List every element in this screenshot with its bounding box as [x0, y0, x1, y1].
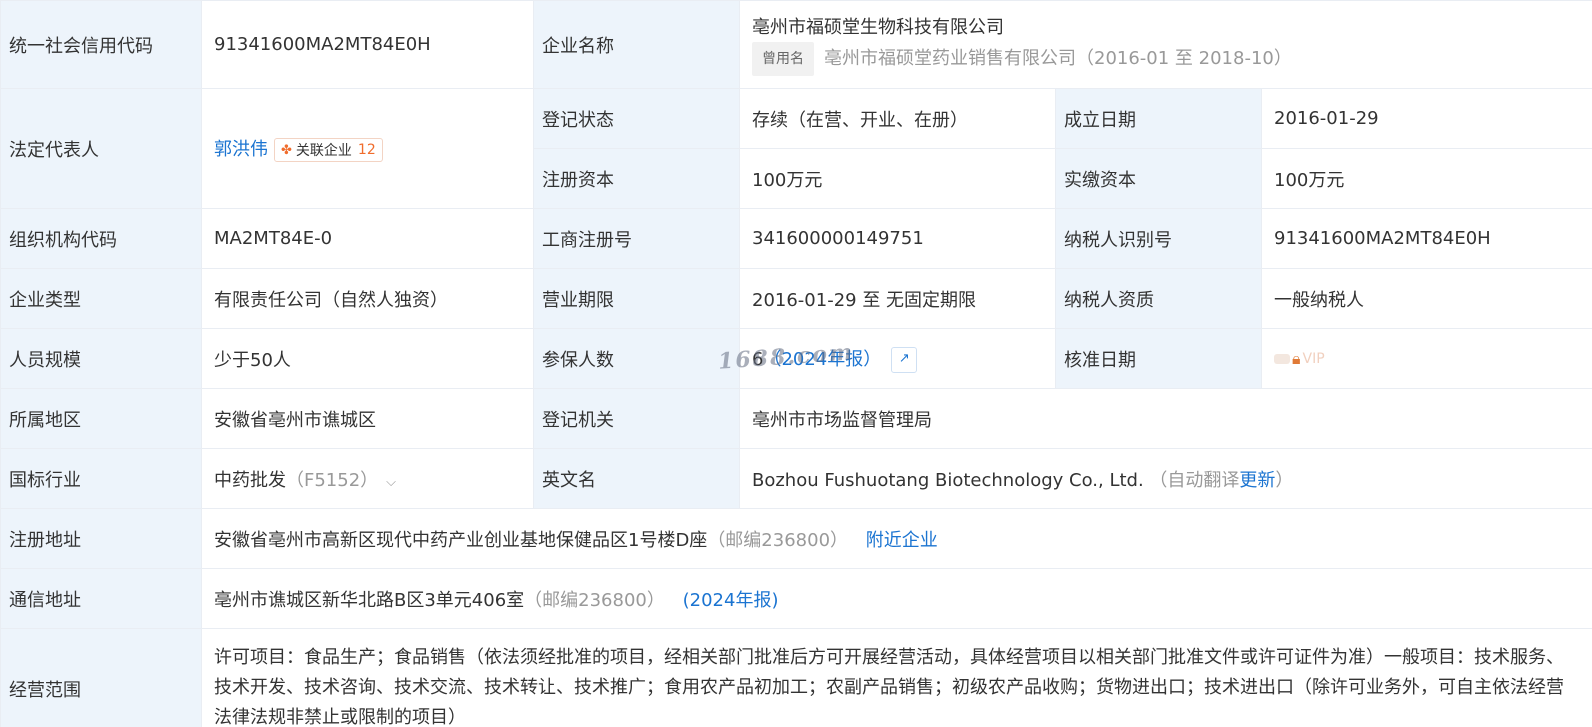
- auto-translate-note: （自动翻译: [1149, 469, 1240, 491]
- value-mail-address: 亳州市谯城区新华北路B区3单元406室: [214, 589, 525, 611]
- mail-report-link[interactable]: (2024年报): [683, 590, 779, 611]
- label-industry: 国标行业: [0, 448, 202, 509]
- used-name-tag: 曾用名: [752, 41, 814, 76]
- label-scope: 经营范围: [0, 628, 202, 727]
- label-reg-authority: 登记机关: [533, 388, 740, 449]
- label-reg-status: 登记状态: [533, 88, 740, 149]
- company-info-panel: 统一社会信用代码 91341600MA2MT84E0H 企业名称 亳州市福硕堂生…: [0, 0, 1592, 727]
- row-region: 所属地区 安徽省亳州市谯城区 登记机关 亳州市市场监督管理局: [0, 388, 1592, 449]
- row-staff: 人员规模 少于50人 参保人数 6（2024年报） ↗ 核准日期 🔒︎ VIP: [0, 328, 1592, 389]
- row-company-type: 企业类型 有限责任公司（自然人独资） 营业期限 2016-01-29 至 无固定…: [0, 268, 1592, 329]
- label-insured: 参保人数: [533, 328, 740, 389]
- vip-badge: VIP: [1302, 351, 1325, 367]
- value-scope: 许可项目：食品生产；食品销售（依法须经批准的项目，经相关部门批准后方可开展经营活…: [200, 628, 1592, 727]
- label-reg-capital: 注册资本: [533, 148, 740, 209]
- label-reg-address: 注册地址: [0, 508, 202, 569]
- label-founded: 成立日期: [1055, 88, 1262, 149]
- label-company-name: 企业名称: [533, 0, 740, 89]
- trend-chart-icon[interactable]: ↗: [891, 346, 918, 373]
- cell-legal-rep: 郭洪伟 ✤ 关联企业 12: [201, 88, 534, 209]
- row-credit-code: 统一社会信用代码 91341600MA2MT84E0H 企业名称 亳州市福硕堂生…: [0, 0, 1592, 89]
- value-company-type: 有限责任公司（自然人独资）: [201, 268, 534, 329]
- label-company-type: 企业类型: [0, 268, 202, 329]
- blurred-value: [1274, 354, 1290, 364]
- value-staff-size: 少于50人: [201, 328, 534, 389]
- value-reg-status: 存续（在营、开业、在册）: [739, 88, 1056, 149]
- lock-icon: 🔒︎: [1292, 349, 1301, 368]
- cell-company-name: 亳州市福硕堂生物科技有限公司 曾用名 亳州市福硕堂药业销售有限公司（2016-01…: [738, 0, 1592, 89]
- update-link[interactable]: 更新: [1239, 470, 1275, 491]
- value-region: 安徽省亳州市谯城区: [201, 388, 534, 449]
- cell-reg-address: 安徽省亳州市高新区现代中药产业创业基地保健品区1号楼D座（邮编236800） 附…: [200, 508, 1592, 569]
- value-reg-capital: 100万元: [739, 148, 1056, 209]
- value-reg-authority: 亳州市市场监督管理局: [738, 388, 1592, 449]
- label-taxpayer-id: 纳税人识别号: [1055, 208, 1262, 269]
- row-reg-status: 法定代表人 郭洪伟 ✤ 关联企业 12 登记状态 存续（在营、开业、在册） 成立日期 …: [0, 88, 1592, 209]
- cell-mail-address: 亳州市谯城区新华北路B区3单元406室（邮编236800） (2024年报): [200, 568, 1592, 629]
- insured-report-link[interactable]: （2024年报）: [763, 349, 881, 370]
- used-name: 亳州市福硕堂药业销售有限公司: [824, 47, 1076, 69]
- value-founded: 2016-01-29: [1260, 88, 1592, 149]
- used-name-line: 曾用名 亳州市福硕堂药业销售有限公司（2016-01 至 2018-10）: [752, 41, 1580, 76]
- industry-code: （F5152）: [286, 469, 379, 491]
- cell-english-name: Bozhou Fushuotang Biotechnology Co., Ltd…: [738, 448, 1592, 509]
- row-scope: 经营范围 许可项目：食品生产；食品销售（依法须经批准的项目，经相关部门批准后方可…: [0, 628, 1592, 727]
- row-reg-address: 注册地址 安徽省亳州市高新区现代中药产业创业基地保健品区1号楼D座（邮编2368…: [0, 508, 1592, 569]
- value-credit-code: 91341600MA2MT84E0H: [201, 0, 534, 89]
- company-info-table: 统一社会信用代码 91341600MA2MT84E0H 企业名称 亳州市福硕堂生…: [0, 0, 1592, 727]
- label-mail-address: 通信地址: [0, 568, 202, 629]
- auto-translate-close: ）: [1275, 469, 1294, 491]
- cell-industry[interactable]: 中药批发（F5152） ⌵: [201, 448, 534, 509]
- row-org-code: 组织机构代码 MA2MT84E-0 工商注册号 341600000149751 …: [0, 208, 1592, 269]
- related-label: 关联企业: [295, 143, 352, 159]
- label-legal-rep: 法定代表人: [0, 88, 202, 209]
- label-english-name: 英文名: [533, 448, 740, 509]
- value-reg-address: 安徽省亳州市高新区现代中药产业创业基地保健品区1号楼D座: [214, 529, 708, 551]
- value-taxpayer-qual: 一般纳税人: [1260, 268, 1592, 329]
- related-count: 12: [357, 142, 376, 158]
- label-credit-code: 统一社会信用代码: [0, 0, 202, 89]
- row-industry: 国标行业 中药批发（F5152） ⌵ 英文名 Bozhou Fushuotang …: [0, 448, 1592, 509]
- label-approve-date: 核准日期: [1055, 328, 1262, 389]
- label-staff-size: 人员规模: [0, 328, 202, 389]
- used-name-period: （2016-01 至 2018-10）: [1076, 47, 1292, 69]
- related-companies-tag[interactable]: ✤ 关联企业 12: [274, 138, 383, 162]
- value-english-name: Bozhou Fushuotang Biotechnology Co., Ltd…: [752, 469, 1144, 491]
- value-paid-capital: 100万元: [1260, 148, 1592, 209]
- legal-rep-name-link[interactable]: 郭洪伟: [214, 139, 268, 160]
- value-biz-reg-no: 341600000149751: [739, 208, 1056, 269]
- value-biz-term: 2016-01-29 至 无固定期限: [739, 268, 1056, 329]
- related-company-icon: ✤: [281, 142, 292, 158]
- row-mail-address: 通信地址 亳州市谯城区新华北路B区3单元406室（邮编236800） (2024…: [0, 568, 1592, 629]
- label-taxpayer-qual: 纳税人资质: [1055, 268, 1262, 329]
- chevron-down-icon[interactable]: ⌵: [386, 475, 396, 490]
- label-biz-reg-no: 工商注册号: [533, 208, 740, 269]
- reg-address-postcode: （邮编236800）: [707, 529, 849, 551]
- value-industry: 中药批发: [214, 469, 286, 491]
- nearby-companies-link[interactable]: 附近企业: [866, 530, 938, 551]
- cell-approve-date[interactable]: 🔒︎ VIP: [1260, 328, 1592, 389]
- label-biz-term: 营业期限: [533, 268, 740, 329]
- value-org-code: MA2MT84E-0: [201, 208, 534, 269]
- mail-address-postcode: （邮编236800）: [524, 589, 665, 611]
- value-taxpayer-id: 91341600MA2MT84E0H: [1260, 208, 1592, 269]
- label-region: 所属地区: [0, 388, 202, 449]
- value-insured: 6: [752, 348, 764, 370]
- label-org-code: 组织机构代码: [0, 208, 202, 269]
- value-company-name: 亳州市福硕堂生物科技有限公司: [752, 16, 1004, 38]
- label-paid-capital: 实缴资本: [1055, 148, 1262, 209]
- cell-insured: 6（2024年报） ↗: [739, 328, 1056, 389]
